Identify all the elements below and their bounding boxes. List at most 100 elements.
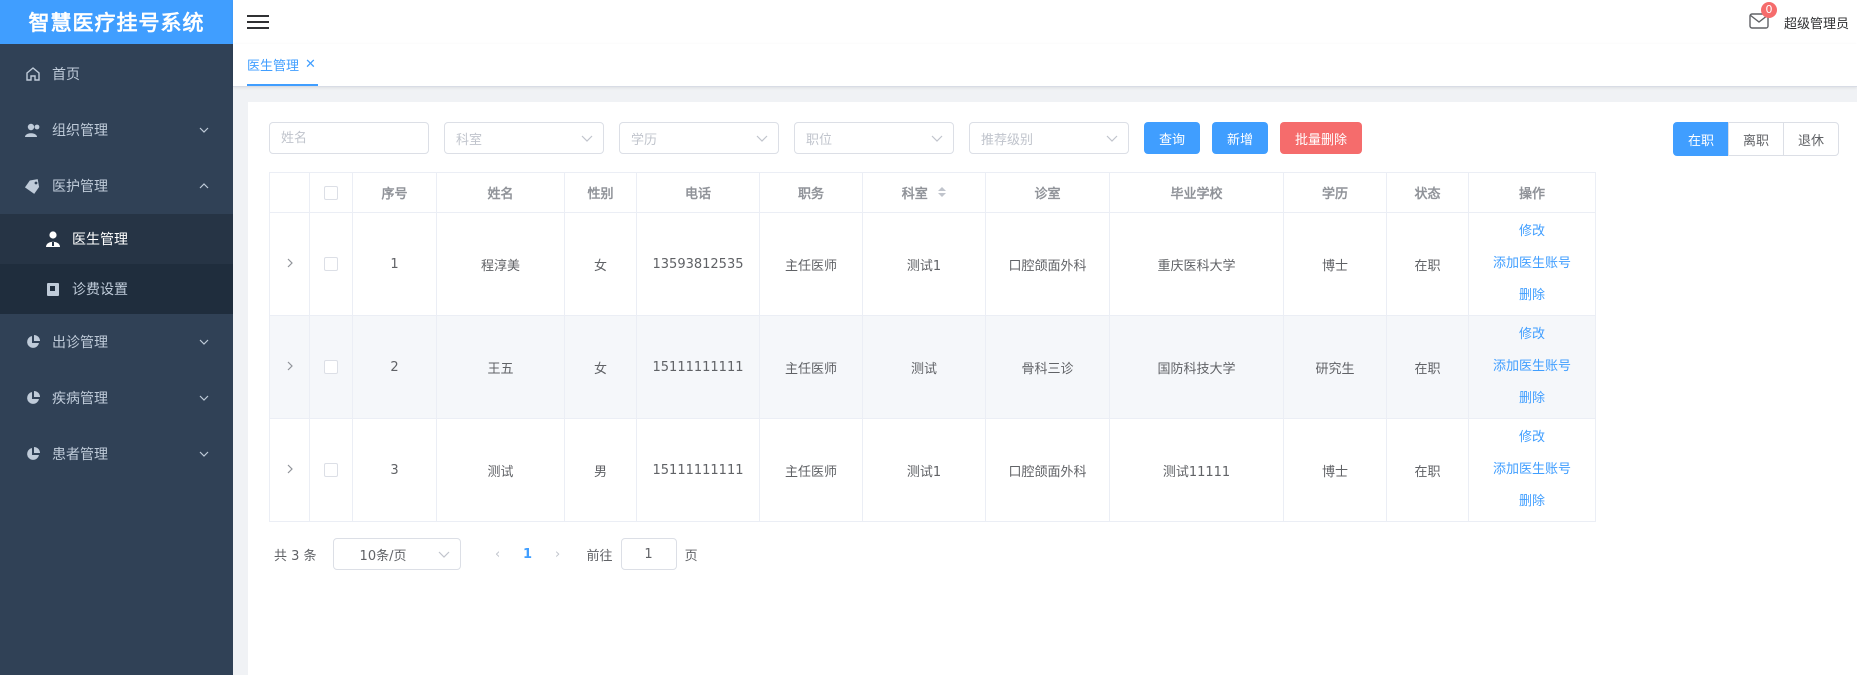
goto-page-input[interactable] <box>620 538 677 570</box>
select-placeholder: 推荐级别 <box>981 132 1034 148</box>
cell-gender: 男 <box>564 418 637 522</box>
fee-icon <box>44 280 62 298</box>
sidebar-item-label: 疾病管理 <box>52 391 108 407</box>
column-header: 学历 <box>1283 172 1387 213</box>
add-doctor-account-link[interactable]: 添加医生账号 <box>1469 351 1595 383</box>
sidebar-item-home[interactable]: 首页 <box>0 46 233 102</box>
department-select[interactable]: 科室 <box>444 122 604 154</box>
cell-school: 重庆医科大学 <box>1109 212 1284 316</box>
delete-link[interactable]: 删除 <box>1469 383 1595 415</box>
add-doctor-account-link[interactable]: 添加医生账号 <box>1469 248 1595 280</box>
edit-link[interactable]: 修改 <box>1469 319 1595 351</box>
tab-doctor-management[interactable]: 医生管理 ✕ <box>247 44 318 86</box>
checkbox-cell <box>309 212 353 316</box>
chevron-right-icon[interactable] <box>286 463 294 478</box>
cell-status: 在职 <box>1386 418 1469 522</box>
user-name[interactable]: 超级管理员 <box>1784 13 1849 32</box>
delete-link[interactable]: 删除 <box>1469 280 1595 312</box>
sidebar-item-organization[interactable]: 组织管理 <box>0 102 233 158</box>
add-doctor-account-link[interactable]: 添加医生账号 <box>1469 454 1595 486</box>
cell-room: 口腔颌面外科 <box>985 212 1110 316</box>
chevron-right-icon[interactable] <box>286 360 294 375</box>
filter-bar: 科室 学历 职位 推荐级别 查询 新增 批量删除 <box>269 122 1374 154</box>
notification-badge: 0 <box>1761 2 1777 18</box>
column-header: 职务 <box>759 172 863 213</box>
chevron-right-icon[interactable] <box>286 257 294 272</box>
cell-name: 测试 <box>436 418 565 522</box>
select-placeholder: 科室 <box>456 132 483 148</box>
submenu-medical-staff: 医生管理 诊费设置 <box>0 214 233 314</box>
sidebar-item-doctor-management[interactable]: 医生管理 <box>0 214 233 264</box>
chevron-down-icon <box>199 336 211 348</box>
status-tab-active[interactable]: 在职 <box>1672 122 1729 156</box>
column-header-label: 科室 <box>901 186 928 202</box>
delete-link[interactable]: 删除 <box>1469 486 1595 518</box>
pie-icon <box>24 333 42 351</box>
sort-caret-icon[interactable] <box>938 186 947 202</box>
cell-phone: 15111111111 <box>636 315 760 419</box>
page-number[interactable]: 1 <box>513 547 543 562</box>
top-navbar: 0 超级管理员 <box>233 0 1857 44</box>
next-page-icon[interactable]: › <box>543 547 573 562</box>
sidebar-item-label: 出诊管理 <box>52 335 108 351</box>
cell-status: 在职 <box>1386 212 1469 316</box>
cell-gender: 女 <box>564 212 637 316</box>
query-button[interactable]: 查询 <box>1144 122 1201 154</box>
cell-status: 在职 <box>1386 315 1469 419</box>
chevron-down-icon <box>199 448 211 460</box>
sidebar-item-fee-settings[interactable]: 诊费设置 <box>0 264 233 314</box>
cell-operations: 修改 添加医生账号 删除 <box>1468 315 1596 419</box>
position-select[interactable]: 职位 <box>794 122 954 154</box>
doctor-table: 序号 姓名 性别 电话 职务 科室 诊室 毕业学校 学历 状态 操作 1 程淳美… <box>269 172 1596 522</box>
prev-page-icon[interactable]: ‹ <box>483 547 513 562</box>
select-all-checkbox-cell <box>309 172 353 213</box>
chevron-down-icon <box>581 132 593 144</box>
sidebar-item-clinic[interactable]: 出诊管理 <box>0 314 233 370</box>
chevron-down-icon <box>199 392 211 404</box>
sidebar-item-patient[interactable]: 患者管理 <box>0 426 233 482</box>
row-checkbox[interactable] <box>324 257 338 271</box>
row-checkbox[interactable] <box>324 463 338 477</box>
edit-link[interactable]: 修改 <box>1469 422 1595 454</box>
home-icon <box>24 65 42 83</box>
close-icon[interactable]: ✕ <box>305 57 316 72</box>
table-row: 2 王五 女 15111111111 主任医师 测试 骨科三诊 国防科技大学 研… <box>269 315 1596 419</box>
hamburger-menu-icon[interactable] <box>247 11 269 31</box>
education-select[interactable]: 学历 <box>619 122 779 154</box>
cell-education: 博士 <box>1283 212 1387 316</box>
add-button[interactable]: 新增 <box>1212 122 1269 154</box>
status-tab-retired[interactable]: 退休 <box>1782 122 1839 156</box>
chevron-down-icon <box>438 548 450 564</box>
sidebar-item-label: 诊费设置 <box>72 282 128 298</box>
name-input[interactable] <box>269 122 429 154</box>
expand-cell <box>269 212 310 316</box>
checkbox-cell <box>309 418 353 522</box>
table-row: 1 程淳美 女 13593812535 主任医师 测试1 口腔颌面外科 重庆医科… <box>269 212 1596 316</box>
sidebar-item-disease[interactable]: 疾病管理 <box>0 370 233 426</box>
column-header: 操作 <box>1468 172 1596 213</box>
expand-cell <box>269 315 310 419</box>
goto-suffix: 页 <box>684 548 698 564</box>
table-row: 3 测试 男 15111111111 主任医师 测试1 口腔颌面外科 测试111… <box>269 418 1596 522</box>
column-header: 毕业学校 <box>1109 172 1284 213</box>
tags-view: 医生管理 ✕ <box>233 44 1857 87</box>
chevron-up-icon <box>199 180 211 192</box>
column-header: 性别 <box>564 172 637 213</box>
column-header: 诊室 <box>985 172 1110 213</box>
edit-link[interactable]: 修改 <box>1469 216 1595 248</box>
row-checkbox[interactable] <box>324 360 338 374</box>
select-all-checkbox[interactable] <box>324 185 338 200</box>
cell-room: 骨科三诊 <box>985 315 1110 419</box>
page-size-select[interactable]: 10条/页 <box>332 538 461 570</box>
sidebar-item-medical-staff[interactable]: 医护管理 <box>0 158 233 214</box>
status-tab-resigned[interactable]: 离职 <box>1727 122 1784 156</box>
sidebar-item-label: 患者管理 <box>52 447 108 463</box>
column-header: 序号 <box>352 172 437 213</box>
batch-delete-button[interactable]: 批量删除 <box>1280 122 1363 154</box>
pie-icon <box>24 445 42 463</box>
cell-department: 测试 <box>862 315 986 419</box>
column-header-department[interactable]: 科室 <box>862 172 986 213</box>
recommend-level-select[interactable]: 推荐级别 <box>969 122 1129 154</box>
cell-department: 测试1 <box>862 212 986 316</box>
cell-school: 国防科技大学 <box>1109 315 1284 419</box>
